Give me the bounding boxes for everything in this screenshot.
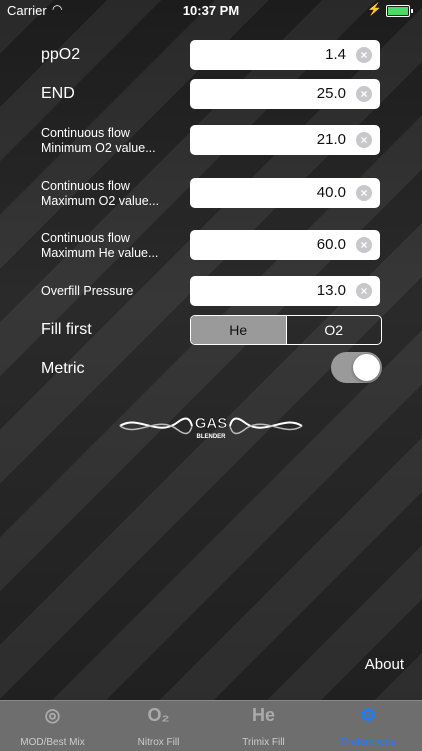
max-he-label-line1: Continuous flow — [41, 231, 130, 245]
overfill-label: Overfill Pressure — [41, 284, 134, 298]
clear-icon[interactable]: × — [356, 237, 372, 253]
clear-icon[interactable]: × — [356, 47, 372, 63]
clock: 10:37 PM — [182, 3, 240, 18]
tab-mod-best-mix[interactable]: ◎ MOD/Best Mix — [0, 701, 105, 751]
min-o2-field[interactable]: 21.0 × — [190, 125, 380, 155]
segment-o2[interactable]: O2 — [285, 316, 382, 344]
about-link[interactable]: About — [365, 656, 404, 673]
metric-toggle[interactable] — [331, 352, 382, 383]
gas-blender-logo: GAS BLENDER — [119, 415, 303, 440]
min-o2-label-line2: Minimum O2 value... — [41, 141, 156, 155]
tab-trimix-fill[interactable]: He Trimix Fill — [211, 701, 316, 751]
battery-icon — [386, 5, 413, 17]
max-o2-label-line2: Maximum O2 value... — [41, 194, 160, 208]
ppo2-field[interactable]: 1.4 × — [190, 40, 380, 70]
end-label: END — [41, 85, 75, 102]
max-he-value[interactable]: 60.0 — [317, 236, 346, 253]
overfill-value[interactable]: 13.0 — [317, 282, 346, 299]
end-value[interactable]: 25.0 — [317, 85, 346, 102]
min-o2-label-line1: Continuous flow — [41, 126, 130, 140]
o2-icon: O₂ — [147, 705, 170, 725]
status-bar: Carrier ◠ 10:37 PM ⚡ — [0, 0, 422, 22]
mask-icon: ◎ — [44, 705, 61, 725]
max-he-field[interactable]: 60.0 × — [190, 230, 380, 260]
overfill-field[interactable]: 13.0 × — [190, 276, 380, 306]
ppo2-label: ppO2 — [41, 46, 81, 63]
tab-label: Trimix Fill — [242, 737, 285, 748]
max-o2-label: Continuous flow Maximum O2 value... — [41, 179, 159, 209]
max-he-label-line2: Maximum He value... — [41, 246, 159, 260]
charging-icon: ⚡ — [367, 2, 382, 16]
tab-label: MOD/Best Mix — [20, 737, 85, 748]
min-o2-value[interactable]: 21.0 — [317, 131, 346, 148]
min-o2-label: Continuous flow Minimum O2 value... — [41, 126, 156, 156]
logo-line2: BLENDER — [196, 434, 226, 440]
max-o2-label-line1: Continuous flow — [41, 179, 130, 193]
clear-icon[interactable]: × — [356, 185, 372, 201]
clear-icon[interactable]: × — [356, 132, 372, 148]
tab-preferences[interactable]: ⚙ Preferences — [316, 701, 421, 751]
segment-he[interactable]: He — [191, 316, 286, 344]
ppo2-value[interactable]: 1.4 — [325, 46, 346, 63]
tab-label: Preferences — [341, 737, 396, 748]
tab-bar: ◎ MOD/Best Mix O₂ Nitrox Fill He Trimix … — [0, 700, 422, 751]
clear-icon[interactable]: × — [356, 86, 372, 102]
fill-first-label: Fill first — [41, 321, 92, 338]
max-o2-field[interactable]: 40.0 × — [190, 178, 380, 208]
logo-line1: GAS — [195, 415, 228, 432]
tab-label: Nitrox Fill — [137, 737, 180, 748]
metric-label: Metric — [41, 360, 85, 377]
end-field[interactable]: 25.0 × — [190, 79, 380, 109]
max-he-label: Continuous flow Maximum He value... — [41, 231, 158, 261]
gears-icon: ⚙ — [360, 705, 377, 725]
clear-icon[interactable]: × — [356, 283, 372, 299]
max-o2-value[interactable]: 40.0 — [317, 184, 346, 201]
tab-nitrox-fill[interactable]: O₂ Nitrox Fill — [106, 701, 211, 751]
he-icon: He — [251, 705, 275, 725]
fill-first-segmented-control[interactable]: He O2 — [190, 315, 382, 345]
